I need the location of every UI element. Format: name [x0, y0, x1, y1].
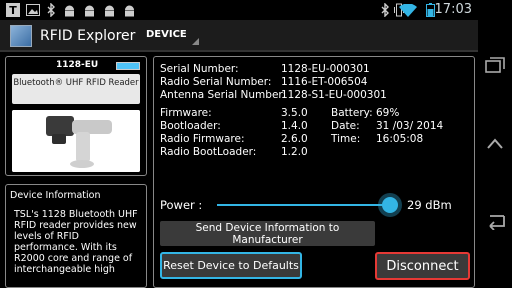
antenna-serial-number-label: Antenna Serial Number:	[160, 89, 287, 101]
radio-bootloader-value: 1.2.0	[281, 146, 308, 158]
power-label: Power :	[160, 198, 203, 212]
device-model: 1128-EU	[56, 60, 99, 70]
status-time: 17:03	[434, 2, 472, 17]
home-button[interactable]	[478, 128, 512, 158]
android-icon	[102, 3, 116, 17]
home-icon	[487, 138, 503, 149]
time-value: 16:05:08	[376, 133, 424, 145]
device-information-text: TSL's 1128 Bluetooth UHF RFID reader pro…	[14, 209, 138, 275]
radio-firmware-label: Radio Firmware:	[160, 133, 245, 145]
serial-number-value: 1128-EU-000301	[281, 63, 370, 75]
antenna-serial-number-value: 1128-S1-EU-000301	[281, 89, 387, 101]
device-information-heading: Device Information	[10, 190, 101, 201]
bootloader-label: Bootloader:	[160, 120, 221, 132]
recent-apps-button[interactable]	[478, 50, 512, 80]
back-icon	[489, 215, 505, 230]
app-logo-icon[interactable]	[10, 25, 32, 47]
navigation-bar	[478, 0, 512, 288]
reset-defaults-button[interactable]: Reset Device to Defaults	[160, 252, 302, 279]
device-card: 1128-EU Bluetooth® UHF RFID Reader	[5, 56, 147, 176]
serial-number-label: Serial Number:	[160, 63, 239, 75]
battery-label: Battery:	[331, 107, 373, 119]
dropdown-corner-icon	[192, 38, 199, 45]
power-slider-thumb[interactable]	[381, 197, 398, 213]
status-bar: T 17:03	[0, 0, 478, 20]
bootloader-value: 1.4.0	[281, 120, 308, 132]
radio-serial-number-label: Radio Serial Number:	[160, 76, 272, 88]
device-information-panel: Device Information TSL's 1128 Bluetooth …	[5, 184, 147, 288]
app-title: RFID Explorer	[40, 28, 136, 44]
android-icon	[82, 3, 96, 17]
device-tab-spinner[interactable]: DEVICE	[146, 29, 187, 40]
power-value: 29 dBm	[407, 198, 452, 212]
back-button[interactable]	[478, 207, 512, 237]
firmware-label: Firmware:	[160, 107, 212, 119]
android-screen: T 17:03 RFID Explorer DEVICE 1128-EU Blu…	[0, 0, 512, 288]
power-slider-track[interactable]	[217, 204, 395, 206]
bluetooth-icon	[46, 3, 56, 17]
radio-bootloader-label: Radio BootLoader:	[160, 146, 257, 158]
device-details-panel: Serial Number: 1128-EU-000301 Radio Seri…	[153, 56, 475, 288]
battery-level-icon	[116, 62, 140, 70]
rfid-reader-image	[12, 110, 140, 172]
date-label: Date:	[331, 120, 360, 132]
send-device-info-button[interactable]: Send Device Information to Manufacturer	[160, 221, 375, 246]
recent-apps-icon	[485, 57, 505, 73]
disconnect-button[interactable]: Disconnect	[375, 252, 470, 280]
text-icon: T	[6, 3, 20, 17]
battery-value: 69%	[376, 107, 400, 119]
android-icon	[122, 3, 136, 17]
time-label: Time:	[331, 133, 361, 145]
radio-firmware-value: 2.6.0	[281, 133, 308, 145]
bluetooth-icon	[380, 3, 390, 17]
action-bar: RFID Explorer DEVICE	[0, 20, 478, 52]
product-name: Bluetooth® UHF RFID Reader	[12, 74, 140, 104]
firmware-value: 3.5.0	[281, 107, 308, 119]
image-icon	[26, 3, 40, 17]
radio-serial-number-value: 1116-ET-006504	[281, 76, 368, 88]
android-icon	[62, 3, 76, 17]
date-value: 31 /03/ 2014	[376, 120, 444, 132]
wifi-icon	[397, 3, 419, 17]
